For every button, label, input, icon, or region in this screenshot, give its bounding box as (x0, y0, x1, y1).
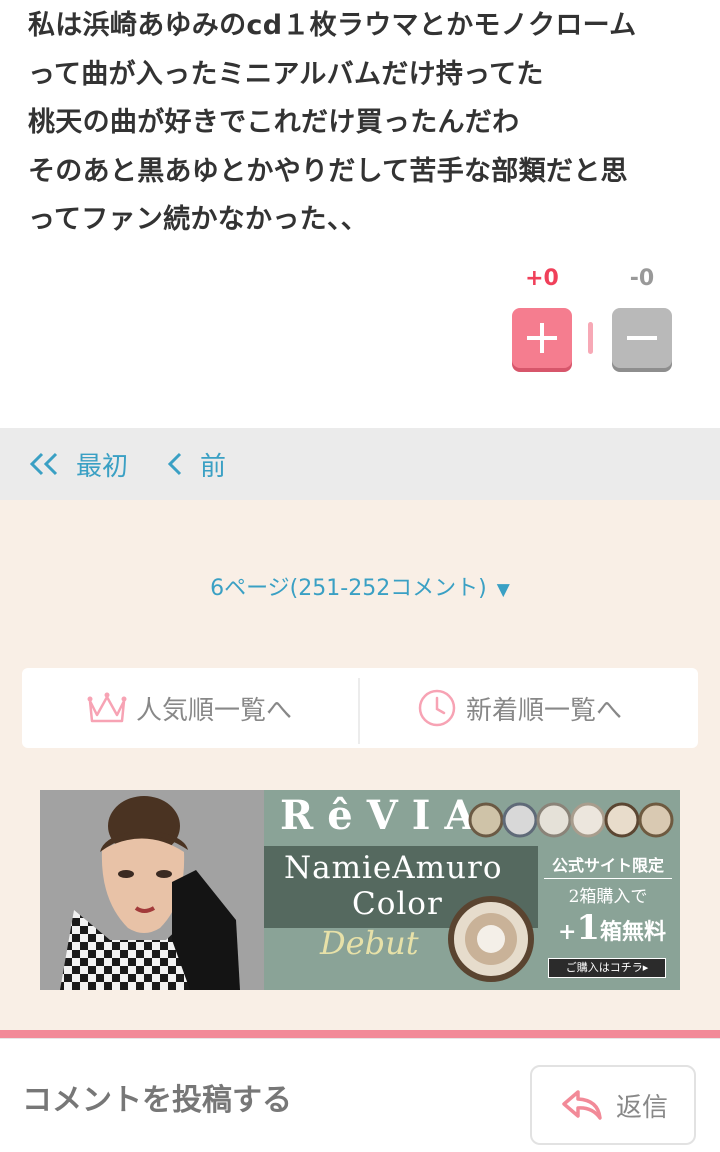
minus-count: -0 (629, 266, 655, 291)
page-select-label: 6ページ(251-252コメント) (210, 576, 487, 601)
pager-bar: 最初 前 (0, 428, 720, 500)
minus-vote-button[interactable] (612, 308, 672, 368)
post-bar: コメントを投稿する 返信 (0, 1038, 720, 1152)
vote-separator (588, 322, 593, 354)
comment-line: 私は浜崎あゆみのcd１枚ラウマとかモノクローム (28, 10, 637, 41)
comment-line: ってファン続かなかった、、 (28, 204, 369, 235)
lower-section: 6ページ(251-252コメント) ▼ 人気順一覧へ 新着順一覧へ RêVIA … (0, 500, 720, 1030)
chevron-left-icon (167, 452, 182, 476)
comment-line: 桃天の曲が好きでこれだけ買ったんだわ (28, 107, 520, 138)
pager-prev-link[interactable]: 前 (166, 428, 226, 500)
double-chevron-left-icon (29, 452, 58, 476)
pager-prev-label: 前 (200, 451, 227, 482)
plus-count: +0 (525, 266, 559, 291)
post-accent-line (0, 1030, 720, 1038)
sort-links: 人気順一覧へ 新着順一覧へ (22, 668, 698, 748)
pager-first-label: 最初 (76, 451, 129, 482)
ad-lens-row (468, 802, 674, 838)
page-select[interactable]: 6ページ(251-252コメント) ▼ (0, 570, 720, 602)
comment-block: 私は浜崎あゆみのcd１枚ラウマとかモノクローム って曲が入ったミニアルバムだけ持… (0, 0, 720, 428)
sort-divider (358, 678, 360, 744)
ad-limited: 公式サイト限定 (544, 852, 672, 879)
ad-debut: Debut (320, 924, 419, 962)
dropdown-arrow-icon: ▼ (496, 580, 510, 600)
crown-icon (87, 692, 127, 723)
ad-name: NamieAmuro (284, 850, 503, 886)
comment-line: そのあと黒あゆとかやりだして苦手な部類だと思 (28, 155, 628, 187)
popular-list-label: 人気順一覧へ (136, 695, 293, 726)
new-list-link[interactable]: 新着順一覧へ (416, 668, 622, 748)
pager-first-link[interactable]: 最初 (28, 428, 128, 500)
ad-model-illustration (40, 790, 264, 990)
reply-arrow-icon (562, 1090, 602, 1120)
new-list-label: 新着順一覧へ (466, 695, 623, 726)
ad-free-plus: + (557, 919, 577, 945)
popular-list-link[interactable]: 人気順一覧へ (86, 668, 292, 748)
reply-button[interactable]: 返信 (530, 1065, 696, 1145)
comment-body: 私は浜崎あゆみのcd１枚ラウマとかモノクローム って曲が入ったミニアルバムだけ持… (28, 2, 698, 245)
comment-line: って曲が入ったミニアルバムだけ持ってた (28, 58, 544, 90)
ad-big-lens (448, 896, 534, 982)
plus-icon (527, 323, 557, 353)
ad-buy-button[interactable]: ご購入はコチラ▸ (548, 958, 666, 978)
ad-color-word: Color (352, 886, 443, 922)
reply-label: 返信 (616, 1092, 669, 1123)
ad-text-area: RêVIA NamieAmuro Color Debut 公式サイト限定 2箱購… (264, 790, 680, 990)
post-comment-label[interactable]: コメントを投稿する (22, 1075, 292, 1119)
plus-vote-button[interactable] (512, 308, 572, 368)
ad-free-one: 1 (576, 908, 601, 948)
minus-icon (627, 336, 657, 340)
ad-model-photo (40, 790, 264, 990)
ad-brand: RêVIA (280, 792, 490, 839)
ad-free-offer: +1箱無料 (548, 908, 676, 948)
clock-icon (418, 689, 456, 727)
ad-free-rest: 箱無料 (600, 919, 667, 945)
ad-two-boxes: 2箱購入で (568, 887, 648, 907)
ad-banner[interactable]: RêVIA NamieAmuro Color Debut 公式サイト限定 2箱購… (40, 790, 680, 990)
